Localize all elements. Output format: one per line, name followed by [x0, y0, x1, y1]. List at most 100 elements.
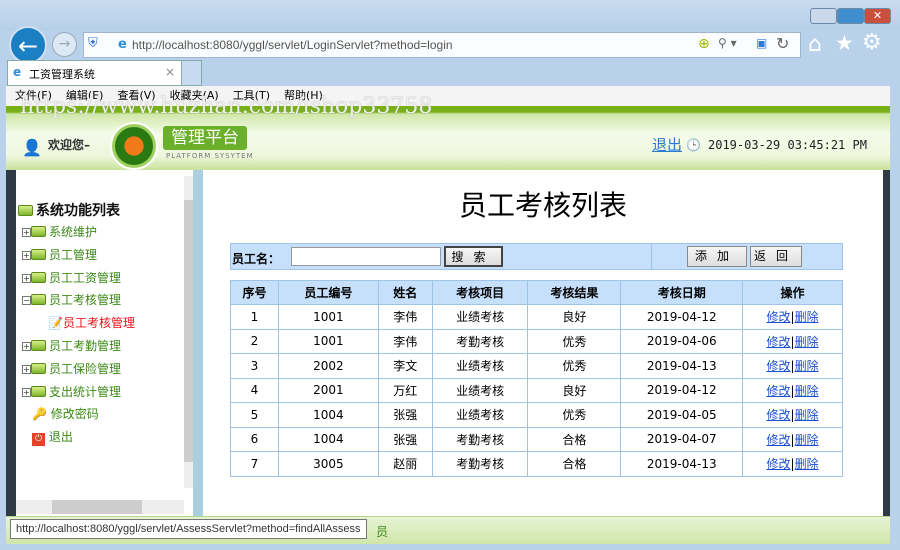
table-cell: 1004	[277, 402, 379, 428]
maximize-button[interactable]	[837, 8, 864, 24]
edit-link[interactable]: 修改	[767, 310, 791, 324]
expand-icon[interactable]: +	[22, 228, 31, 237]
table-cell: 业绩考核	[431, 353, 529, 379]
table-cell: 2002	[277, 353, 379, 379]
frame-divider[interactable]	[193, 170, 203, 520]
actions-cell: 修改|删除	[742, 377, 843, 403]
address-bar[interactable]: ⛨ e http://localhost:8080/yggl/servlet/L…	[83, 32, 801, 58]
table-cell: 业绩考核	[431, 402, 529, 428]
folder-icon	[18, 205, 33, 216]
actions-cell: 修改|删除	[742, 402, 843, 428]
close-window-button[interactable]: ✕	[864, 8, 891, 24]
expand-icon[interactable]: +	[22, 274, 31, 283]
column-header: 考核日期	[620, 280, 744, 305]
shield-icon[interactable]: ⛨	[88, 36, 98, 51]
delete-link[interactable]: 删除	[795, 457, 819, 471]
expand-icon[interactable]: +	[22, 342, 31, 351]
folder-icon	[31, 272, 46, 283]
minimize-button[interactable]	[810, 8, 837, 24]
new-tab-button[interactable]	[181, 60, 202, 86]
table-cell: 赵丽	[377, 451, 433, 477]
expand-icon[interactable]: +	[22, 251, 31, 260]
table-cell: 李伟	[377, 328, 433, 354]
url-text[interactable]: http://localhost:8080/yggl/servlet/Login…	[132, 38, 453, 52]
tree-root-label: 系统功能列表	[36, 203, 120, 219]
edit-link[interactable]: 修改	[767, 335, 791, 349]
tree-item-password[interactable]: 🔑 修改密码	[32, 405, 99, 422]
tree-label: 员工工资管理	[49, 271, 122, 285]
table-cell: 7	[230, 451, 279, 477]
table-cell: 合格	[527, 451, 622, 477]
refresh-icon[interactable]: ↻	[776, 34, 789, 53]
sidebar: 系统功能列表 + 系统维护 + 员工管理 + 员工工资管理 − 员工考核管理 📝员工考核…	[6, 170, 198, 520]
add-button[interactable]: 添加	[687, 246, 747, 267]
forward-button[interactable]: →	[52, 32, 77, 57]
horizontal-scrollbar[interactable]	[16, 500, 184, 514]
edit-link[interactable]: 修改	[767, 433, 791, 447]
search-icon[interactable]: ⚲ ▾	[718, 36, 737, 50]
compat-view-icon[interactable]: ▣	[756, 36, 767, 50]
delete-link[interactable]: 删除	[795, 433, 819, 447]
home-icon[interactable]: ⌂	[808, 32, 822, 57]
delete-link[interactable]: 删除	[795, 335, 819, 349]
browser-tab[interactable]: e 工资管理系统 ×	[7, 60, 182, 86]
assess-table: 序号 员工编号 姓名 考核项目 考核结果 考核日期 操作 1 1001 李伟 业绩考核 良好 2019-…	[230, 280, 843, 477]
close-tab-icon[interactable]: ×	[165, 65, 175, 79]
page-title: 员工考核列表	[458, 189, 627, 222]
addon-icon[interactable]: ⊕	[698, 36, 710, 52]
tree-item-expense[interactable]: + 支出统计管理	[22, 383, 121, 400]
tree-item-assess[interactable]: − 员工考核管理	[22, 291, 121, 308]
back-button[interactable]: ←	[9, 26, 47, 64]
table-row: 1 1001 李伟 业绩考核 良好 2019-04-12 修改|删除	[230, 304, 843, 330]
tree-label: 员工考核管理	[62, 316, 135, 330]
table-cell: 业绩考核	[431, 377, 529, 403]
edit-link[interactable]: 修改	[767, 384, 791, 398]
collapse-icon[interactable]: −	[22, 296, 31, 305]
delete-link[interactable]: 删除	[795, 384, 819, 398]
tree-item-employee[interactable]: + 员工管理	[22, 246, 97, 263]
user-icon: 👤	[22, 138, 42, 157]
actions-cell: 修改|删除	[742, 353, 843, 379]
ie-icon: e	[13, 65, 22, 79]
tree-label: 支出统计管理	[49, 385, 122, 399]
tree-label: 修改密码	[50, 407, 99, 421]
folder-icon	[31, 294, 46, 305]
search-button[interactable]: 搜索	[444, 246, 503, 267]
delete-link[interactable]: 删除	[795, 408, 819, 422]
edit-link[interactable]: 修改	[767, 457, 791, 471]
table-cell: 张强	[377, 402, 433, 428]
column-header: 员工编号	[277, 280, 379, 305]
favorites-star-icon[interactable]: ★	[835, 31, 854, 55]
expand-icon[interactable]: +	[22, 388, 31, 397]
tree-item-system[interactable]: + 系统维护	[22, 223, 97, 240]
tree-label: 退出	[48, 430, 73, 444]
table-cell: 考勤考核	[431, 426, 529, 452]
main-content: 员工考核列表 员工名： 搜索 添加 返回 序号 员工编号 姓名 考核项目 考核结果 考核日…	[203, 170, 883, 520]
employee-name-input[interactable]	[291, 247, 441, 266]
table-cell: 李伟	[377, 304, 433, 330]
actions-cell: 修改|删除	[742, 426, 843, 452]
back-page-button[interactable]: 返回	[750, 246, 802, 267]
table-cell: 考勤考核	[431, 451, 529, 477]
table-cell: 4	[230, 377, 279, 403]
folder-icon	[31, 386, 46, 397]
table-row: 6 1004 张强 考勤考核 合格 2019-04-07 修改|删除	[230, 426, 843, 452]
delete-link[interactable]: 删除	[795, 359, 819, 373]
table-cell: 合格	[527, 426, 622, 452]
delete-link[interactable]: 删除	[795, 310, 819, 324]
tree-item-exit[interactable]: ⏻ 退出	[32, 428, 73, 446]
tree-item-salary[interactable]: + 员工工资管理	[22, 269, 121, 286]
settings-gear-icon[interactable]: ⚙	[862, 30, 882, 55]
table-cell: 优秀	[527, 328, 622, 354]
expand-icon[interactable]: +	[22, 365, 31, 374]
logo-title: 管理平台	[163, 126, 247, 150]
tree-item-attendance[interactable]: + 员工考勤管理	[22, 337, 121, 354]
edit-link[interactable]: 修改	[767, 359, 791, 373]
tree-item-insurance[interactable]: + 员工保险管理	[22, 360, 121, 377]
edit-link[interactable]: 修改	[767, 408, 791, 422]
tree-label: 员工保险管理	[49, 362, 122, 376]
logout-link[interactable]: 退出	[652, 134, 682, 155]
frame-border	[883, 170, 890, 520]
tree-item-assess-manage[interactable]: 📝员工考核管理	[48, 314, 135, 331]
table-cell: 万红	[377, 377, 433, 403]
